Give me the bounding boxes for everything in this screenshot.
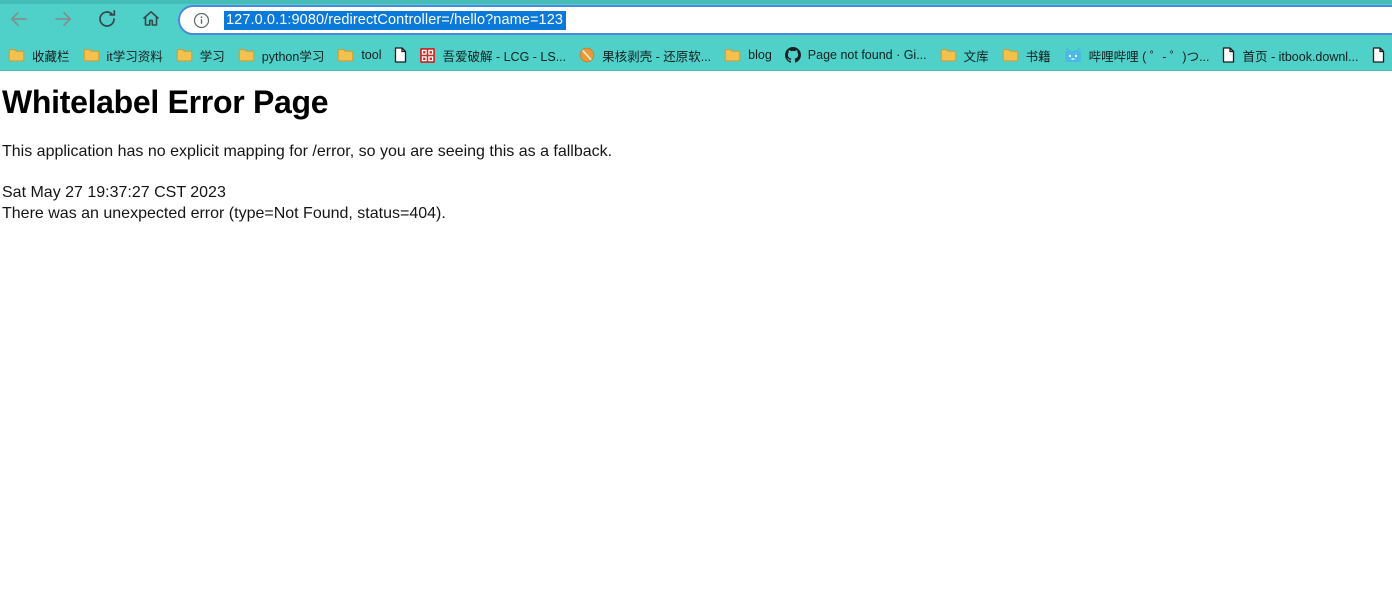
red-seal-icon: [420, 47, 436, 63]
folder-icon: [337, 48, 354, 62]
folder-icon: [1002, 48, 1019, 62]
url-text[interactable]: 127.0.0.1:9080/redirectController=/hello…: [224, 10, 567, 30]
bookmark-item[interactable]: tool: [337, 48, 381, 62]
bookmark-label: 学习: [199, 49, 225, 64]
bookmark-label: python学习: [261, 49, 325, 64]
address-bar[interactable]: 127.0.0.1:9080/redirectController=/hello…: [178, 5, 1392, 35]
bookmark-item[interactable]: 首页 - itbook.downl...: [1222, 46, 1359, 65]
page-title: Whitelabel Error Page: [2, 84, 329, 120]
bookmark-item[interactable]: 文库: [940, 46, 989, 65]
reload-button[interactable]: [94, 5, 120, 35]
bookmark-label: tool: [361, 48, 382, 62]
forward-arrow-icon: [52, 8, 74, 33]
bilibili-icon: [1064, 47, 1082, 63]
bookmark-item[interactable]: [1372, 47, 1385, 63]
bookmark-item[interactable]: 果核剥壳 - 还原软...: [579, 46, 711, 65]
browser-window: 127.0.0.1:9080/redirectController=/hello…: [0, 0, 1392, 589]
home-button[interactable]: [138, 5, 164, 35]
bookmark-item[interactable]: [394, 47, 407, 63]
bookmark-item[interactable]: it学习资料: [83, 46, 163, 65]
folder-icon: [724, 48, 741, 62]
page-icon: [1372, 47, 1385, 63]
github-icon: [784, 47, 801, 63]
bookmark-label: 收藏栏: [32, 49, 70, 64]
bookmark-label: Page not found · Gi...: [807, 48, 927, 62]
page-icon: [394, 47, 407, 63]
error-message: This application has no explicit mapping…: [2, 143, 613, 160]
bookmark-label: 哔哩哔哩 ( ゜- ゜)つ...: [1088, 49, 1210, 64]
bookmark-label: 吾爱破解 - LCG - LS...: [442, 49, 567, 64]
bookmark-item[interactable]: python学习: [238, 46, 325, 65]
page-icon: [1222, 47, 1235, 63]
bookmark-label: 首页 - itbook.downl...: [1242, 49, 1359, 64]
bookmark-item[interactable]: 书籍: [1002, 46, 1051, 65]
folder-icon: [8, 48, 25, 62]
error-timestamp: Sat May 27 19:37:27 CST 2023: [2, 184, 226, 201]
folder-icon: [176, 48, 193, 62]
home-icon: [140, 8, 162, 33]
folder-icon: [238, 48, 255, 62]
info-icon[interactable]: [193, 12, 210, 29]
browser-toolbar: 127.0.0.1:9080/redirectController=/hello…: [0, 0, 1392, 40]
back-arrow-icon: [8, 8, 30, 33]
bookmark-item[interactable]: 哔哩哔哩 ( ゜- ゜)つ...: [1064, 46, 1210, 65]
bookmark-item[interactable]: blog: [724, 48, 772, 62]
folder-icon: [940, 48, 957, 62]
error-detail: There was an unexpected error (type=Not …: [2, 205, 446, 222]
bookmark-label: 果核剥壳 - 还原软...: [602, 49, 712, 64]
bookmark-label: it学习资料: [106, 49, 163, 64]
bookmarks-bar: 收藏栏 it学习资料 学习 python学习 tool 吾爱破解 - LCG - LS..…: [0, 40, 1392, 71]
reload-icon: [96, 8, 118, 33]
orange-ball-icon: [579, 47, 595, 63]
bookmark-item[interactable]: 收藏栏: [8, 46, 70, 65]
bookmark-label: 文库: [963, 49, 989, 64]
forward-button[interactable]: [50, 5, 76, 35]
bookmark-label: 书籍: [1025, 49, 1051, 64]
bookmark-item[interactable]: 吾爱破解 - LCG - LS...: [420, 46, 566, 65]
bookmark-label: blog: [748, 48, 772, 62]
bookmark-item[interactable]: Page not found · Gi...: [784, 47, 927, 63]
back-button[interactable]: [6, 5, 32, 35]
bookmark-item[interactable]: 学习: [176, 46, 225, 65]
folder-icon: [83, 48, 100, 62]
whitelabel-error-page: Whitelabel Error Page This application h…: [0, 83, 1392, 224]
